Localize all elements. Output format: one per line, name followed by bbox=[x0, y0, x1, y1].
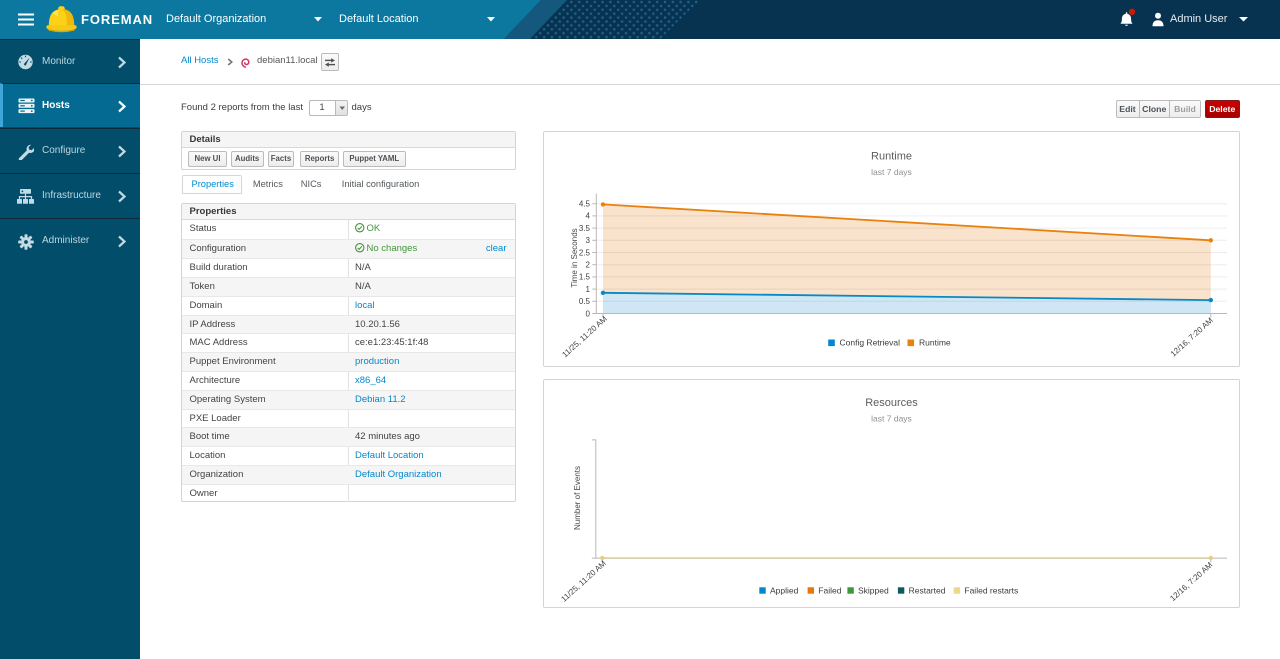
svg-text:1: 1 bbox=[586, 284, 591, 293]
svg-text:Number of Events: Number of Events bbox=[573, 465, 582, 529]
svg-text:11/25, 11:20 AM: 11/25, 11:20 AM bbox=[559, 558, 608, 603]
svg-text:Resources: Resources bbox=[865, 397, 918, 409]
svg-text:3.5: 3.5 bbox=[579, 223, 591, 232]
svg-text:4: 4 bbox=[586, 211, 591, 220]
svg-text:Skipped: Skipped bbox=[858, 585, 889, 595]
svg-text:Failed restarts: Failed restarts bbox=[964, 585, 1018, 595]
svg-text:2.5: 2.5 bbox=[579, 248, 591, 257]
svg-text:2: 2 bbox=[586, 260, 591, 269]
svg-text:3: 3 bbox=[586, 236, 591, 245]
svg-text:Failed: Failed bbox=[818, 585, 841, 595]
svg-text:Restarted: Restarted bbox=[909, 585, 946, 595]
svg-text:last 7 days: last 7 days bbox=[871, 167, 912, 177]
svg-text:Runtime: Runtime bbox=[919, 337, 951, 347]
svg-text:12/16, 7:20 AM: 12/16, 7:20 AM bbox=[1168, 560, 1214, 603]
svg-text:Runtime: Runtime bbox=[871, 150, 912, 162]
svg-text:Time in Seconds: Time in Seconds bbox=[570, 228, 579, 287]
svg-text:Applied: Applied bbox=[770, 585, 799, 595]
svg-text:1.5: 1.5 bbox=[579, 272, 591, 281]
svg-text:12/16, 7:20 AM: 12/16, 7:20 AM bbox=[1169, 315, 1215, 358]
svg-text:last 7 days: last 7 days bbox=[871, 413, 912, 423]
svg-text:0.5: 0.5 bbox=[579, 297, 591, 306]
svg-text:0: 0 bbox=[586, 309, 591, 318]
svg-text:Config Retrieval: Config Retrieval bbox=[840, 337, 901, 347]
svg-text:11/25, 11:20 AM: 11/25, 11:20 AM bbox=[560, 314, 609, 359]
svg-text:4.5: 4.5 bbox=[579, 199, 591, 208]
